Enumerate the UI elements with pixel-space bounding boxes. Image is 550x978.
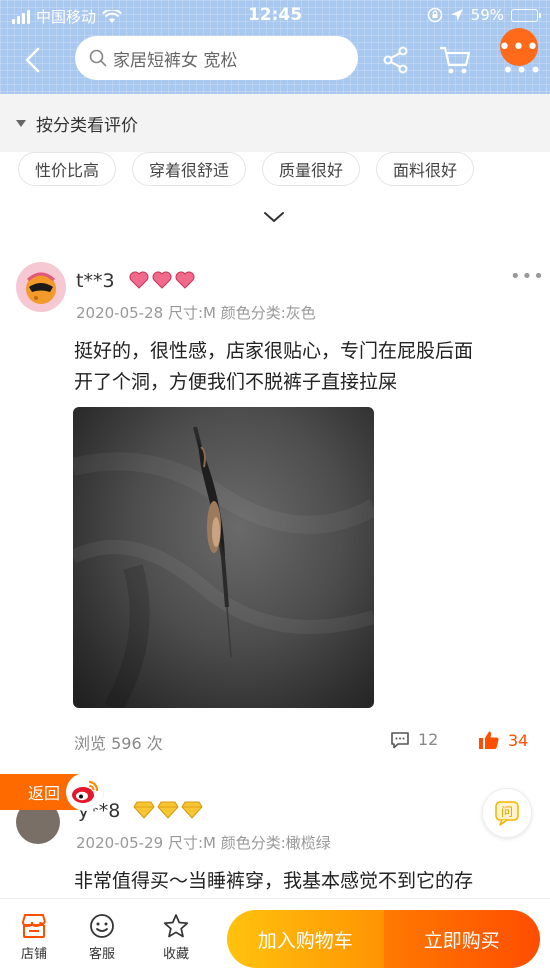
ask-question-button[interactable]: 问: [482, 788, 532, 838]
status-bar: 中国移动 12:45 59%: [0, 0, 550, 32]
battery-percent: 59%: [470, 6, 504, 24]
member-level-badges: [128, 270, 196, 290]
reviewer-name: t**3: [76, 270, 115, 292]
bottom-action-bar: 店铺 客服 收藏 加入购物车 立即购买: [0, 898, 550, 978]
back-arrow-icon[interactable]: [18, 44, 50, 76]
review-tag[interactable]: 质量很好: [262, 152, 361, 186]
search-query-text: 家居短裤女 宽松: [113, 50, 238, 71]
battery-icon: [511, 8, 541, 22]
review-meta: 2020-05-28 尺寸:M 颜色分类:灰色: [76, 304, 316, 322]
top-header-area: 中国移动 12:45 59% 家居短裤女 宽松 ••• •••: [0, 0, 550, 94]
review-tag[interactable]: 穿着很舒适: [132, 152, 247, 186]
search-bar[interactable]: 家居短裤女 宽松: [75, 36, 358, 80]
heart-icon: [175, 271, 195, 289]
purchase-buttons: 加入购物车 立即购买: [227, 910, 540, 968]
ask-icon: 问: [495, 801, 519, 826]
review-options-icon[interactable]: •••: [510, 266, 545, 287]
thumbs-up-icon: [479, 731, 499, 749]
review-text: 挺好的，很性感，店家很贴心，专门在屁股后面 开了个洞，方便我们不脱裤子直接拉屎: [74, 336, 534, 398]
review-text-line: 开了个洞，方便我们不脱裤子直接拉屎: [74, 371, 398, 393]
buy-now-button[interactable]: 立即购买: [383, 910, 540, 968]
expand-chevron-icon[interactable]: [262, 208, 286, 226]
category-filter-label: 按分类看评价: [36, 115, 138, 136]
like-count: 34: [508, 730, 529, 750]
avatar-image: [26, 272, 56, 304]
caret-down-icon: [16, 119, 26, 127]
favorite-button[interactable]: 收藏: [151, 913, 201, 962]
cart-icon[interactable]: [438, 44, 472, 76]
favorite-label: 收藏: [162, 947, 189, 962]
return-label: 返回: [28, 784, 61, 803]
comment-button[interactable]: 12: [390, 730, 438, 749]
diamond-icon: [133, 801, 155, 819]
store-button[interactable]: 店铺: [9, 913, 59, 962]
rotation-lock-icon: [427, 7, 442, 23]
review-photo-image: [73, 426, 374, 708]
more-icon[interactable]: •••: [502, 58, 543, 82]
add-to-cart-button[interactable]: 加入购物车: [227, 910, 384, 968]
share-icon[interactable]: [380, 44, 412, 76]
diamond-icon: [181, 801, 203, 819]
review-tag[interactable]: 面料很好: [376, 152, 475, 186]
nav-header: 家居短裤女 宽松 ••• •••: [0, 28, 550, 94]
weibo-icon[interactable]: [66, 773, 104, 811]
like-button[interactable]: 34: [478, 730, 528, 750]
review-meta: 2020-05-29 尺寸:M 颜色分类:橄榄绿: [76, 834, 331, 852]
member-level-badges: [133, 800, 203, 820]
review-text-line: 挺好的，很性感，店家很贴心，专门在屁股后面: [74, 340, 474, 362]
avatar[interactable]: [16, 262, 66, 312]
ask-label: 问: [501, 805, 513, 819]
comment-icon: [391, 731, 409, 748]
diamond-icon: [157, 801, 179, 819]
weibo-logo: [72, 780, 99, 803]
review-tag[interactable]: 性价比高: [18, 152, 117, 186]
review-tag-list: 性价比高 穿着很舒适 质量很好 面料很好: [18, 152, 475, 186]
customer-service-button[interactable]: 客服: [77, 913, 127, 962]
heart-icon: [129, 271, 149, 289]
location-icon: [450, 9, 463, 21]
store-label: 店铺: [20, 947, 47, 962]
service-label: 客服: [88, 947, 115, 962]
star-icon: [163, 914, 189, 938]
service-icon: [90, 914, 114, 938]
view-count: 浏览 596 次: [74, 734, 163, 753]
review-text: 非常值得买～当睡裤穿，我基本感觉不到它的存: [74, 870, 474, 892]
comment-count: 12: [418, 730, 439, 749]
search-icon: [89, 49, 107, 67]
more-badge-dots: •••: [498, 34, 540, 60]
store-icon: [22, 914, 46, 938]
heart-icon: [152, 271, 172, 289]
review-photo[interactable]: [73, 407, 374, 708]
category-filter-toggle[interactable]: 按分类看评价: [0, 94, 550, 152]
